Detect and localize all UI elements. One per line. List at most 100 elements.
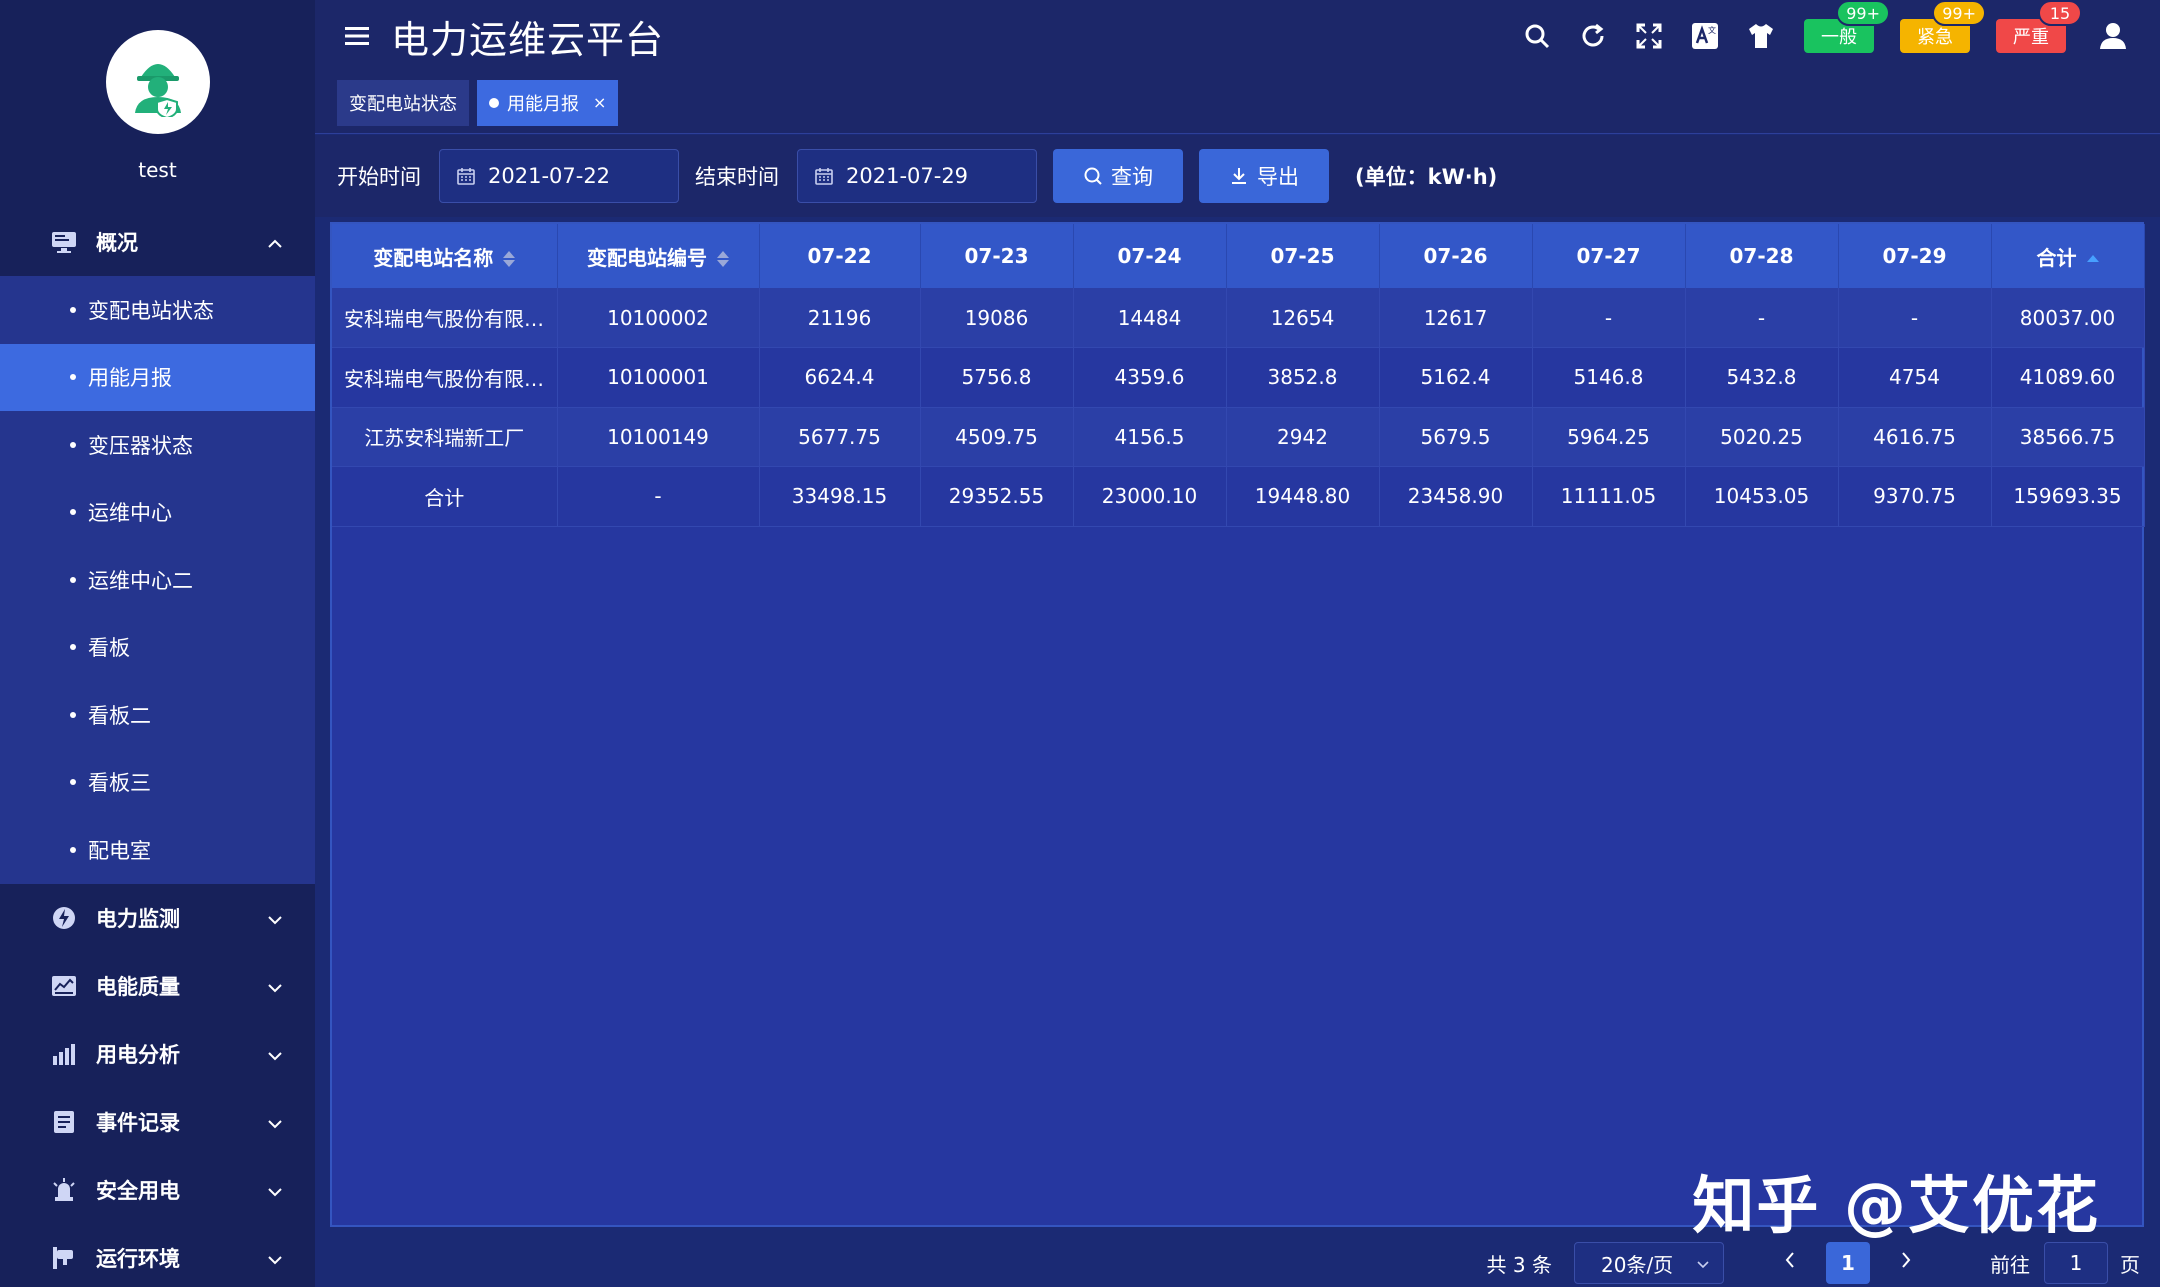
sidebar-group-power-quality[interactable]: 电能质量 (0, 952, 315, 1020)
total-count: 共 3 条 (1486, 1252, 1552, 1277)
sort-ascending-icon[interactable] (2086, 254, 2099, 264)
sidebar-group-safe-usage[interactable]: 安全用电 (0, 1156, 315, 1224)
goto-page-input[interactable]: 1 (2044, 1242, 2108, 1284)
theme-shirt-icon[interactable] (1744, 19, 1778, 53)
table-cell: 9370.75 (1838, 466, 1992, 527)
bullet-icon (70, 306, 76, 313)
column-header-day: 07-24 (1073, 224, 1227, 288)
table-cell: 38566.75 (1991, 407, 2145, 467)
camera-icon (48, 1242, 80, 1274)
table-cell: 5146.8 (1532, 347, 1686, 408)
bullet-icon (70, 644, 76, 651)
tab-station-status[interactable]: 变配电站状态 (337, 79, 469, 126)
export-button[interactable]: 导出 (1199, 149, 1329, 203)
watermark-text: 知乎 @艾优花 (1692, 1169, 2100, 1242)
table-cell: 4754 (1838, 347, 1992, 408)
column-header-day: 07-23 (920, 224, 1074, 288)
sort-icon[interactable] (503, 251, 516, 267)
column-header-day: 07-29 (1838, 224, 1992, 288)
prev-page-icon[interactable] (1770, 1250, 1810, 1276)
end-date-picker[interactable]: 2021-07-29 (797, 149, 1037, 203)
table-cell: - (557, 466, 760, 527)
table-header-row: 变配电站名称 变配电站编号 07-22 07-23 07-24 07-25 07… (332, 224, 2145, 288)
bar-chart-icon (48, 1038, 80, 1070)
bullet-icon (70, 779, 76, 786)
energy-report-table: 变配电站名称 变配电站编号 07-22 07-23 07-24 07-25 07… (330, 222, 2145, 1227)
alarm-general-badge: 99+ (1836, 0, 1890, 26)
calendar-icon (814, 166, 834, 186)
sidebar-group-overview[interactable]: 概况 (0, 208, 315, 276)
active-dot-icon (489, 97, 499, 108)
column-header-day: 07-28 (1685, 224, 1839, 288)
search-icon[interactable] (1520, 19, 1554, 53)
page-number-current[interactable]: 1 (1826, 1242, 1870, 1284)
filter-bar: 开始时间 2021-07-22 结束时间 2021-07-29 查询 导出 (单… (315, 135, 2160, 217)
fullscreen-icon[interactable] (1632, 19, 1666, 53)
hamburger-menu-icon[interactable] (341, 20, 373, 52)
table-row: 安科瑞电气股份有限公司 10100001 6624.4 5756.8 4359.… (332, 347, 2145, 408)
bullet-icon (70, 374, 76, 381)
column-header-day: 07-26 (1379, 224, 1533, 288)
start-date-picker[interactable]: 2021-07-22 (439, 149, 679, 203)
sidebar-item-transformer-status[interactable]: 变压器状态 (0, 411, 315, 479)
tab-close-icon[interactable]: × (593, 93, 606, 112)
column-header-station-code[interactable]: 变配电站编号 (557, 224, 760, 288)
table-cell: - (1685, 288, 1839, 348)
table-cell: 21196 (759, 288, 921, 348)
sidebar-item-energy-monthly[interactable]: 用能月报 (0, 343, 315, 411)
alarm-severe-button[interactable]: 严重 15 (1996, 0, 2082, 53)
chevron-up-icon (267, 230, 283, 254)
tab-energy-monthly[interactable]: 用能月报 × (477, 79, 619, 126)
sidebar-group-environment[interactable]: 运行环境 (0, 1224, 315, 1287)
chevron-down-icon (267, 1110, 283, 1134)
table-cell: 19448.80 (1226, 466, 1380, 527)
monitor-icon (48, 226, 80, 258)
table-cell: 10453.05 (1685, 466, 1839, 527)
sidebar-item-om-center-2[interactable]: 运维中心二 (0, 546, 315, 614)
user-icon[interactable] (2096, 19, 2130, 53)
user-profile: test (0, 0, 315, 208)
chevron-down-icon (267, 906, 283, 930)
table-cell: 12654 (1226, 288, 1380, 348)
sidebar-item-distribution-room[interactable]: 配电室 (0, 816, 315, 884)
sidebar-group-power-monitoring[interactable]: 电力监测 (0, 884, 315, 952)
translate-icon[interactable]: 文 (1688, 19, 1722, 53)
table-cell: 3852.8 (1226, 347, 1380, 408)
sort-icon[interactable] (717, 251, 729, 267)
column-header-station-name[interactable]: 变配电站名称 (332, 224, 558, 288)
table-cell: 10100001 (557, 347, 760, 408)
unit-label: (单位：kW·h) (1355, 165, 1498, 189)
sidebar-item-dashboard[interactable]: 看板 (0, 614, 315, 682)
document-icon (48, 1106, 80, 1138)
pagination: 共 3 条 20条/页 1 前往 1 页 (1487, 1240, 2160, 1286)
query-button[interactable]: 查询 (1053, 149, 1183, 203)
alarm-severe-badge: 15 (2038, 0, 2082, 26)
next-page-icon[interactable] (1886, 1250, 1926, 1276)
alarm-urgent-button[interactable]: 紧急 99+ (1900, 0, 1986, 53)
sidebar-group-usage-analysis[interactable]: 用电分析 (0, 1020, 315, 1088)
sidebar-item-station-status[interactable]: 变配电站状态 (0, 276, 315, 344)
table-summary-row: 合计 - 33498.15 29352.55 23000.10 19448.80… (332, 466, 2145, 527)
table-cell: 安科瑞电气股份有限公司 (332, 347, 558, 408)
table-cell: 6624.4 (759, 347, 921, 408)
header-toolbar: 文 一般 99+ 紧急 99+ 严重 15 (1498, 0, 2130, 58)
goto-label: 前往 (1990, 1252, 2030, 1277)
calendar-icon (456, 166, 476, 186)
quality-chart-icon (48, 970, 80, 1002)
column-header-day: 07-27 (1532, 224, 1686, 288)
avatar[interactable] (105, 30, 210, 134)
sidebar-item-om-center[interactable]: 运维中心 (0, 479, 315, 547)
table-cell: 5020.25 (1685, 407, 1839, 467)
refresh-icon[interactable] (1576, 19, 1610, 53)
alarm-general-button[interactable]: 一般 99+ (1804, 0, 1890, 53)
chevron-down-icon (267, 974, 283, 998)
table-cell: - (1532, 288, 1686, 348)
table-cell: 4156.5 (1073, 407, 1227, 467)
page-size-select[interactable]: 20条/页 (1574, 1242, 1724, 1284)
sidebar-item-dashboard-3[interactable]: 看板三 (0, 749, 315, 817)
column-header-total[interactable]: 合计 (1991, 224, 2145, 288)
sidebar-group-event-log[interactable]: 事件记录 (0, 1088, 315, 1156)
sidebar-item-dashboard-2[interactable]: 看板二 (0, 681, 315, 749)
bullet-icon (70, 441, 76, 448)
table-cell: 41089.60 (1991, 347, 2145, 408)
